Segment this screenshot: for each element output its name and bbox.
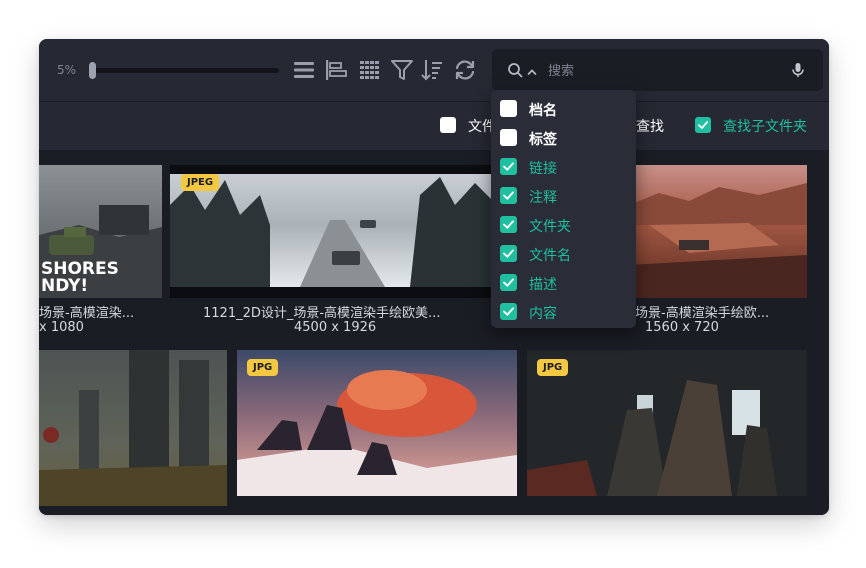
zoom-label: 5% — [57, 63, 77, 77]
dropdown-item-label: 注释 — [529, 190, 557, 206]
file-type-badge: JPG — [247, 359, 279, 376]
checkbox-checked[interactable] — [500, 187, 517, 204]
gallery-item-size: 4500 x 1926 — [294, 320, 377, 335]
gallery-item-size: x 1080 — [39, 320, 84, 335]
dropdown-item-folder[interactable]: 文件夹 — [500, 215, 630, 235]
dropdown-item-label: 链接 — [529, 161, 557, 177]
list-view-icon[interactable] — [291, 57, 317, 83]
align-left-icon[interactable] — [323, 57, 349, 83]
zoom-slider-handle[interactable] — [89, 62, 96, 79]
gallery-grid: SHORES NDY! 场景-高模渲染... x 1080 JPEG 1121_2… — [39, 150, 829, 515]
file-type-badge: JPEG — [181, 174, 220, 191]
gallery-item-name: 场景-高模渲染... — [39, 306, 135, 321]
grid-view-icon[interactable] — [357, 57, 383, 83]
checkbox-checked[interactable] — [500, 274, 517, 291]
checkbox-checked[interactable] — [500, 216, 517, 233]
gallery-item-name: 1121_2D设计_场景-高模渲染手绘欧美... — [203, 306, 441, 321]
gallery-item-thumbnail[interactable]: JPG — [527, 350, 807, 496]
checkbox[interactable] — [500, 129, 517, 146]
gallery-item-name: 场景-高模渲染手绘欧... — [635, 306, 770, 321]
filter-icon[interactable] — [389, 57, 415, 83]
dropdown-item-label: 内容 — [529, 306, 557, 322]
search-scope-bar: 文件 查找 查找子文件夹 — [39, 101, 829, 150]
dropdown-item-label: 档名 — [529, 103, 557, 119]
dropdown-item-label: 描述 — [529, 277, 557, 293]
search-field-dropdown: 档名 标签 链接 注释 文件夹 文件名 描述 内容 — [491, 90, 636, 328]
dropdown-item-filename[interactable]: 文件名 — [500, 244, 630, 264]
subfolder-label: 查找子文件夹 — [723, 119, 807, 135]
thumbnail-overlay-text: SHORES NDY! — [41, 259, 119, 296]
checkbox-checked[interactable] — [500, 158, 517, 175]
search-icon[interactable] — [507, 62, 523, 78]
sort-icon[interactable] — [419, 57, 445, 83]
dropdown-item-archive-name[interactable]: 档名 — [500, 99, 630, 119]
dropdown-item-label: 文件名 — [529, 248, 571, 264]
gallery-item-thumbnail[interactable]: JPEG — [170, 165, 492, 298]
gallery-item-thumbnail[interactable] — [39, 350, 227, 506]
checkbox[interactable] — [500, 100, 517, 117]
file-scope-checkbox[interactable] — [440, 117, 456, 133]
chevron-up-icon[interactable] — [526, 63, 538, 75]
dropdown-item-annotation[interactable]: 注释 — [500, 186, 630, 206]
search-scope-label: 查找 — [636, 119, 664, 135]
gallery-item-thumbnail[interactable] — [629, 165, 807, 298]
microphone-icon[interactable] — [791, 62, 805, 78]
search-input[interactable] — [546, 59, 780, 83]
gallery-item-thumbnail[interactable]: JPG — [237, 350, 517, 496]
refresh-icon[interactable] — [452, 57, 478, 83]
gallery-item-size: 1560 x 720 — [645, 320, 719, 335]
dropdown-item-description[interactable]: 描述 — [500, 273, 630, 293]
zoom-slider[interactable] — [89, 68, 279, 73]
search-box[interactable] — [492, 49, 823, 91]
app-window: 5% 搜索 文件 查找 查找子文件夹 SHORES NDY! 场景-高模渲染..… — [39, 39, 829, 515]
checkbox-checked[interactable] — [500, 245, 517, 262]
toolbar: 5% — [39, 39, 829, 101]
subfolder-checkbox[interactable] — [695, 117, 711, 133]
dropdown-item-link[interactable]: 链接 — [500, 157, 630, 177]
gallery-item-thumbnail[interactable]: SHORES NDY! — [39, 165, 162, 298]
dropdown-item-label: 标签 — [529, 132, 557, 148]
file-type-badge: JPG — [537, 359, 569, 376]
dropdown-item-label: 文件夹 — [529, 219, 571, 235]
dropdown-item-tags[interactable]: 标签 — [500, 128, 630, 148]
dropdown-item-content[interactable]: 内容 — [500, 302, 630, 322]
checkbox-checked[interactable] — [500, 303, 517, 320]
